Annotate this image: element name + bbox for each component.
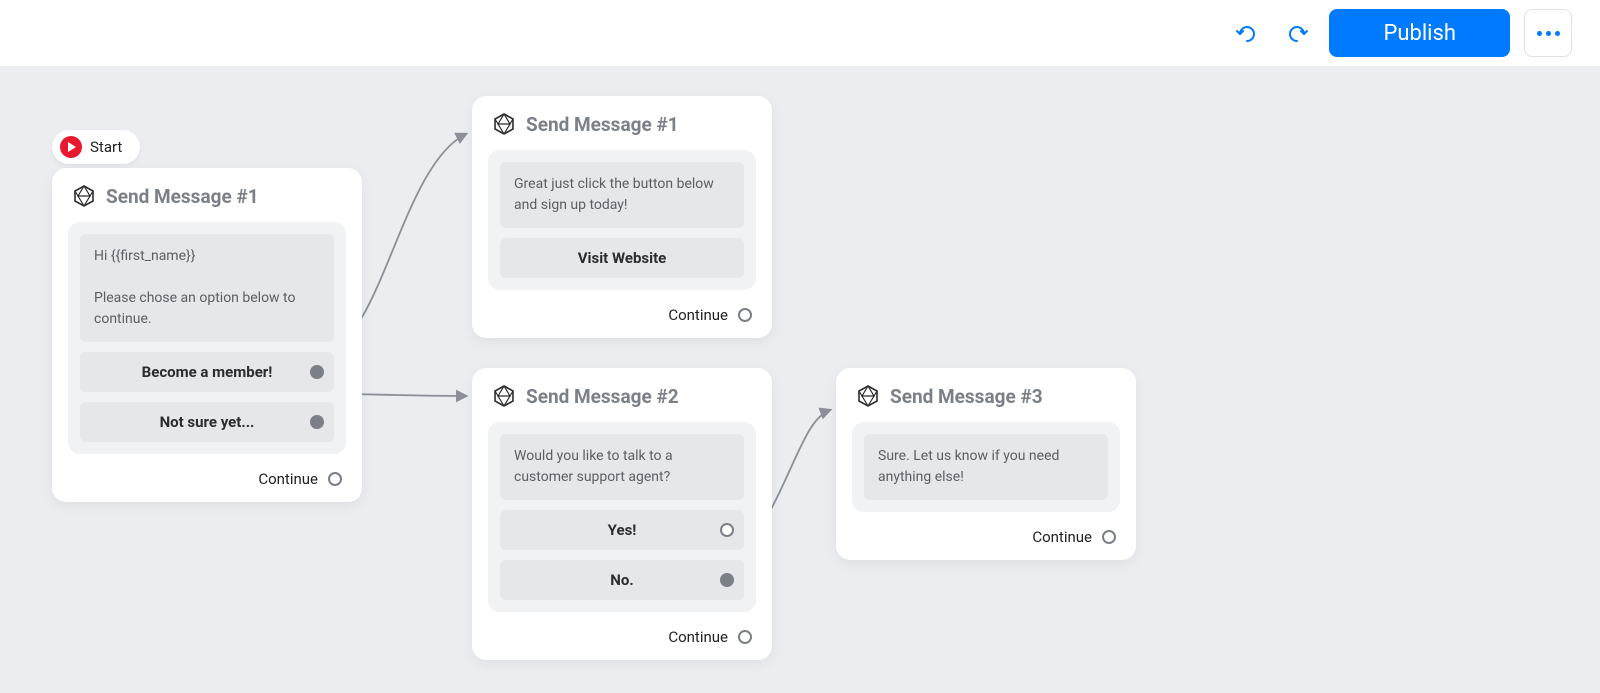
top-toolbar: Publish bbox=[0, 0, 1600, 66]
option-no[interactable]: No. bbox=[500, 560, 744, 600]
node-body: Would you like to talk to a customer sup… bbox=[488, 422, 756, 612]
undo-button[interactable] bbox=[1229, 15, 1265, 51]
d20-icon bbox=[492, 112, 516, 136]
node-body: Great just click the button below and si… bbox=[488, 150, 756, 290]
start-node[interactable]: Start bbox=[52, 130, 140, 164]
message-text: Would you like to talk to a customer sup… bbox=[500, 434, 744, 500]
undo-icon bbox=[1235, 21, 1259, 45]
option-label: Yes! bbox=[608, 521, 637, 539]
continue-label: Continue bbox=[668, 628, 728, 646]
message-text: Great just click the button below and si… bbox=[500, 162, 744, 228]
continue-port[interactable] bbox=[738, 308, 752, 322]
redo-icon bbox=[1285, 21, 1309, 45]
continue-row: Continue bbox=[68, 470, 346, 488]
option-become-member[interactable]: Become a member! bbox=[80, 352, 334, 392]
continue-port[interactable] bbox=[1102, 530, 1116, 544]
more-menu-button[interactable] bbox=[1524, 9, 1572, 57]
option-yes[interactable]: Yes! bbox=[500, 510, 744, 550]
node-header: Send Message #1 bbox=[488, 112, 756, 150]
node-title: Send Message #3 bbox=[890, 385, 1043, 408]
continue-row: Continue bbox=[488, 306, 756, 324]
connection-port[interactable] bbox=[310, 365, 324, 379]
node-send-message-2[interactable]: Send Message #2 Would you like to talk t… bbox=[472, 368, 772, 660]
continue-row: Continue bbox=[488, 628, 756, 646]
flow-canvas[interactable]: Start Send Message #1 Hi {{first_name}} … bbox=[0, 66, 1600, 693]
d20-icon bbox=[72, 184, 96, 208]
button-label: Visit Website bbox=[578, 249, 667, 267]
option-not-sure[interactable]: Not sure yet... bbox=[80, 402, 334, 442]
d20-icon bbox=[492, 384, 516, 408]
option-label: No. bbox=[610, 571, 633, 589]
play-icon bbox=[60, 136, 82, 158]
option-label: Become a member! bbox=[142, 363, 273, 381]
node-body: Hi {{first_name}} Please chose an option… bbox=[68, 222, 346, 454]
more-icon bbox=[1537, 31, 1560, 36]
node-send-message-1b[interactable]: Send Message #1 Great just click the but… bbox=[472, 96, 772, 338]
publish-button[interactable]: Publish bbox=[1329, 9, 1510, 57]
continue-row: Continue bbox=[852, 528, 1120, 546]
node-title: Send Message #1 bbox=[106, 185, 259, 208]
continue-port[interactable] bbox=[738, 630, 752, 644]
message-text: Hi {{first_name}} Please chose an option… bbox=[80, 234, 334, 342]
node-header: Send Message #1 bbox=[68, 184, 346, 222]
button-visit-website[interactable]: Visit Website bbox=[500, 238, 744, 278]
continue-port[interactable] bbox=[328, 472, 342, 486]
redo-button[interactable] bbox=[1279, 15, 1315, 51]
connection-port[interactable] bbox=[310, 415, 324, 429]
continue-label: Continue bbox=[258, 470, 318, 488]
node-title: Send Message #1 bbox=[526, 113, 679, 136]
connection-port[interactable] bbox=[720, 573, 734, 587]
continue-label: Continue bbox=[668, 306, 728, 324]
d20-icon bbox=[856, 384, 880, 408]
node-header: Send Message #2 bbox=[488, 384, 756, 422]
node-header: Send Message #3 bbox=[852, 384, 1120, 422]
node-body: Sure. Let us know if you need anything e… bbox=[852, 422, 1120, 512]
connection-port[interactable] bbox=[720, 523, 734, 537]
option-label: Not sure yet... bbox=[160, 413, 255, 431]
continue-label: Continue bbox=[1032, 528, 1092, 546]
node-send-message-3[interactable]: Send Message #3 Sure. Let us know if you… bbox=[836, 368, 1136, 560]
node-title: Send Message #2 bbox=[526, 385, 679, 408]
message-text: Sure. Let us know if you need anything e… bbox=[864, 434, 1108, 500]
start-label: Start bbox=[90, 138, 122, 156]
node-send-message-1a[interactable]: Send Message #1 Hi {{first_name}} Please… bbox=[52, 168, 362, 502]
